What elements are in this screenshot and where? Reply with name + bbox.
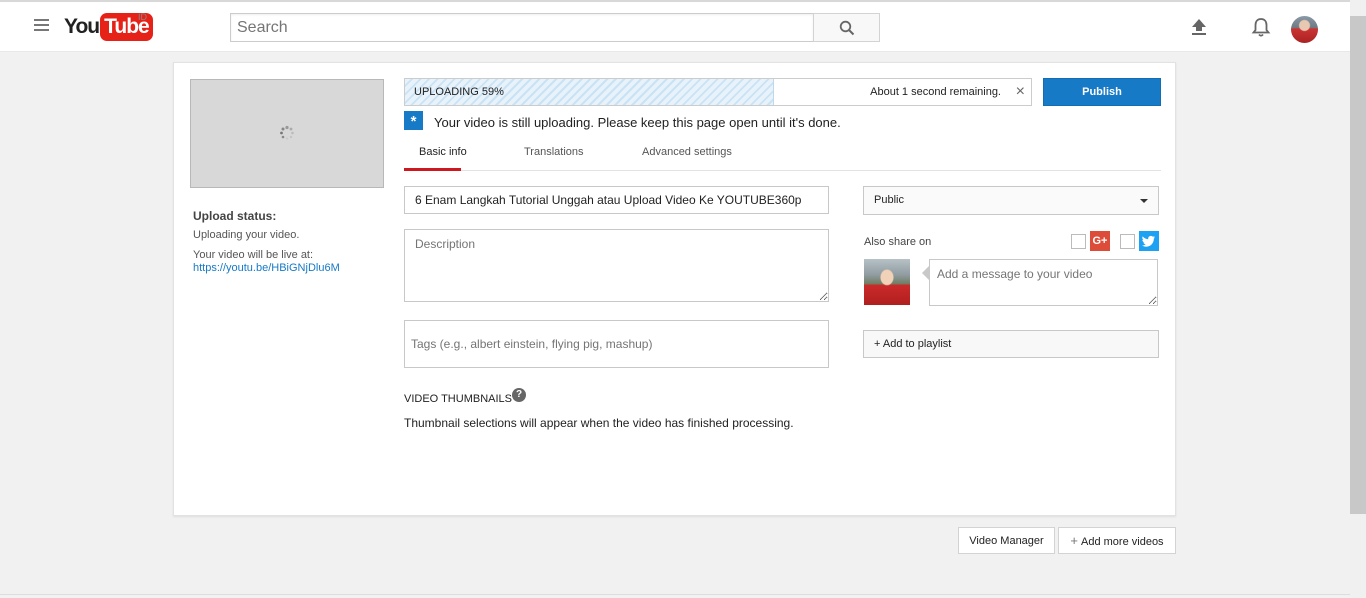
- privacy-select-value: Public: [874, 194, 904, 206]
- share-gplus-checkbox[interactable]: [1071, 234, 1086, 249]
- bell-icon[interactable]: [1251, 17, 1271, 38]
- help-question-icon[interactable]: ?: [512, 388, 526, 402]
- active-tab-underline: [404, 168, 461, 171]
- hamburger-menu-icon[interactable]: [34, 19, 49, 33]
- plus-icon: +: [1070, 533, 1079, 548]
- video-live-link[interactable]: https://youtu.be/HBiGNjDlu6M: [193, 262, 340, 274]
- search-input[interactable]: [230, 13, 814, 42]
- upload-card: Upload status: Uploading your video. You…: [173, 62, 1176, 516]
- message-bubble-tail: [922, 266, 929, 280]
- scrollbar-thumb[interactable]: [1350, 16, 1366, 514]
- upload-status-text: Uploading your video.: [193, 229, 300, 241]
- upload-status-label: Upload status:: [193, 209, 277, 223]
- tags-input[interactable]: [404, 320, 829, 368]
- privacy-select[interactable]: Public: [863, 186, 1159, 215]
- logo-you-text: You: [64, 15, 100, 38]
- video-manager-button[interactable]: Video Manager: [958, 527, 1055, 554]
- loading-spinner-icon: [280, 125, 294, 140]
- logo-region-code: ID: [138, 12, 147, 22]
- description-field[interactable]: [404, 229, 829, 302]
- masthead: You Tube ID: [0, 0, 1366, 52]
- upload-notice-text: Your video is still uploading. Please ke…: [434, 115, 841, 130]
- video-title-input[interactable]: [404, 186, 829, 214]
- avatar[interactable]: [1291, 16, 1318, 43]
- twitter-icon: [1139, 231, 1159, 251]
- google-plus-icon: G+: [1090, 231, 1110, 251]
- tab-advanced-settings[interactable]: Advanced settings: [642, 146, 732, 158]
- cancel-upload-close-icon[interactable]: ×: [1016, 83, 1025, 101]
- video-thumbnails-heading: VIDEO THUMBNAILS: [404, 393, 512, 405]
- tab-basic-info[interactable]: Basic info: [419, 146, 467, 158]
- share-twitter-checkbox[interactable]: [1120, 234, 1135, 249]
- share-message-field[interactable]: [929, 259, 1158, 306]
- thumbnails-info-text: Thumbnail selections will appear when th…: [404, 416, 794, 430]
- add-more-videos-label: Add more videos: [1081, 536, 1164, 548]
- upload-progress-label: UPLOADING 59%: [414, 86, 504, 98]
- also-share-label: Also share on: [864, 236, 932, 248]
- asterisk-notice-icon: *: [404, 111, 423, 130]
- video-thumbnail-placeholder: [190, 79, 384, 188]
- tab-translations[interactable]: Translations: [524, 146, 584, 158]
- share-avatar: [864, 259, 910, 305]
- search-icon: [839, 20, 855, 36]
- publish-button[interactable]: Publish: [1043, 78, 1161, 106]
- upload-time-remaining: About 1 second remaining.: [870, 86, 1001, 98]
- youtube-logo[interactable]: You Tube ID: [64, 12, 153, 42]
- add-more-videos-button[interactable]: + Add more videos: [1058, 527, 1176, 554]
- footer-divider: [0, 594, 1350, 595]
- live-at-text: Your video will be live at:: [193, 249, 314, 261]
- caret-down-icon: [1140, 199, 1148, 203]
- add-to-playlist-button[interactable]: + Add to playlist: [863, 330, 1159, 358]
- tab-bar: Basic info Translations Advanced setting…: [404, 139, 1161, 171]
- search-button[interactable]: [813, 13, 880, 42]
- upload-progress-bar: UPLOADING 59% About 1 second remaining. …: [404, 78, 1032, 106]
- upload-icon[interactable]: [1190, 18, 1208, 36]
